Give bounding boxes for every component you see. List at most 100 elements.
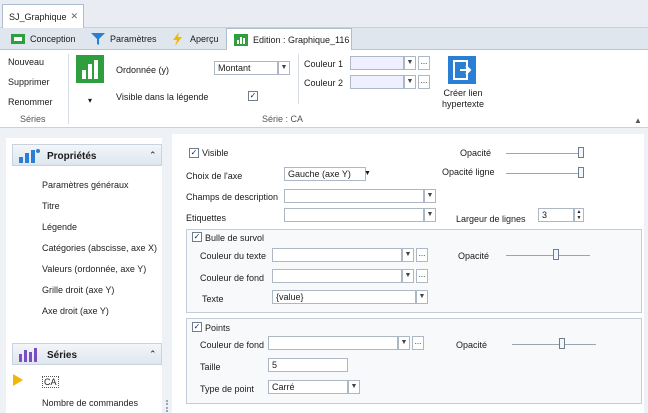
chevron-down-icon[interactable]: ▼ xyxy=(424,189,436,203)
chevron-down-icon[interactable]: ▼ xyxy=(416,290,428,304)
more-button[interactable]: ... xyxy=(418,56,430,70)
rename-button[interactable]: Renommer xyxy=(8,97,53,107)
ribbon-tabs: Conception Paramètres Aperçu Edition : G… xyxy=(0,28,648,51)
chevron-down-icon[interactable]: ▼ xyxy=(348,380,360,394)
line-width-input[interactable]: 3 xyxy=(538,208,574,222)
points-opacity-slider[interactable] xyxy=(512,344,596,345)
color1-field[interactable] xyxy=(350,56,404,70)
points-type-label: Type de point xyxy=(200,384,255,394)
series-chart-icon[interactable] xyxy=(76,55,104,83)
points-size-input[interactable]: 5 xyxy=(268,358,348,372)
chevron-down-icon[interactable]: ▼ xyxy=(278,61,290,75)
tooltip-opacity-slider[interactable] xyxy=(506,255,590,256)
collapse-ribbon-icon[interactable]: ▲ xyxy=(634,116,642,125)
chevron-down-icon[interactable]: ▼ xyxy=(424,208,436,222)
desc-label: Champs de description xyxy=(186,192,279,202)
axis-select[interactable]: Gauche (axe Y) xyxy=(284,167,366,181)
hyperlink-icon[interactable] xyxy=(448,56,476,84)
points-group xyxy=(186,318,642,404)
nav-item[interactable]: Catégories (abscisse, axe X) xyxy=(42,243,157,253)
color2-label: Couleur 2 xyxy=(304,78,344,88)
title-bar: SJ_Graphique ✕ xyxy=(0,0,648,28)
nav-item[interactable]: Valeurs (ordonnée, axe Y) xyxy=(42,264,146,274)
series-header[interactable]: Séries ⌃ xyxy=(12,343,162,365)
legend-visible-label: Visible dans la légende xyxy=(116,92,209,102)
more-button[interactable]: ... xyxy=(416,269,428,283)
tab-apercu-label: Aperçu xyxy=(190,34,219,44)
tooltip-bg-color-field[interactable] xyxy=(272,269,402,283)
points-checkbox[interactable]: ✓ xyxy=(192,322,202,332)
points-title: Points xyxy=(205,323,231,333)
color2-field[interactable] xyxy=(350,75,404,89)
nav-item[interactable]: Axe droit (axe Y) xyxy=(42,306,109,316)
points-opacity-slider-thumb[interactable] xyxy=(558,338,565,349)
visible-checkbox[interactable]: ✓ xyxy=(189,148,199,158)
tab-apercu[interactable]: Aperçu xyxy=(164,28,224,50)
tooltip-text-color-field[interactable] xyxy=(272,248,402,262)
tab-edition[interactable]: Edition : Graphique_116 xyxy=(226,28,352,51)
group-divider xyxy=(298,54,299,104)
axis-label: Choix de l'axe xyxy=(186,171,243,181)
lightning-icon xyxy=(170,32,186,46)
ordinate-label: Ordonnée (y) xyxy=(116,65,170,75)
new-button[interactable]: Nouveau xyxy=(8,57,44,67)
legend-visible-checkbox[interactable]: ✓ xyxy=(248,91,258,101)
series-ca-group-label: Série : CA xyxy=(262,114,304,124)
labels-field[interactable] xyxy=(284,208,424,222)
properties-icon xyxy=(17,147,41,167)
chevron-down-icon[interactable]: ▼ xyxy=(404,56,416,70)
line-opacity-slider[interactable] xyxy=(506,173,584,174)
tab-parametres[interactable]: Paramètres xyxy=(84,28,160,50)
tooltip-text-label: Texte xyxy=(202,294,224,304)
chart-edit-icon xyxy=(233,33,249,47)
color1-label: Couleur 1 xyxy=(304,59,344,69)
line-width-stepper[interactable]: ▲ ▼ xyxy=(574,208,584,222)
series-icon xyxy=(17,346,41,366)
delete-button[interactable]: Supprimer xyxy=(8,77,50,87)
more-button[interactable]: ... xyxy=(418,75,430,89)
nav-item[interactable]: Légende xyxy=(42,222,77,232)
desc-field[interactable] xyxy=(284,189,424,203)
line-opacity-slider-thumb[interactable] xyxy=(578,167,584,178)
tab-conception-label: Conception xyxy=(30,34,76,44)
nav-item[interactable]: Paramètres généraux xyxy=(42,180,129,190)
tooltip-opacity-slider-thumb[interactable] xyxy=(552,249,559,260)
properties-title: Propriétés xyxy=(47,151,97,162)
chevron-down-icon[interactable]: ▼ xyxy=(402,269,414,283)
chevron-down-icon[interactable]: ▼ xyxy=(402,248,414,262)
document-tab[interactable]: SJ_Graphique ✕ xyxy=(2,4,84,28)
nav-item[interactable]: Grille droit (axe Y) xyxy=(42,285,114,295)
chevron-down-icon[interactable]: ▼ xyxy=(398,336,410,350)
opacity-slider-thumb[interactable] xyxy=(578,147,584,158)
ordinate-select[interactable]: Montant xyxy=(214,61,278,75)
tooltip-text-field[interactable]: {value} xyxy=(272,290,416,304)
points-type-select[interactable]: Carré xyxy=(268,380,348,394)
points-bg-color-field[interactable] xyxy=(268,336,398,350)
line-opacity-label: Opacité ligne xyxy=(442,167,495,177)
more-button[interactable]: ... xyxy=(412,336,424,350)
series-item-ca[interactable]: CA xyxy=(42,376,59,388)
series-group-label: Séries xyxy=(20,114,46,124)
chevron-up-icon[interactable]: ⌃ xyxy=(149,349,157,360)
opacity-slider[interactable] xyxy=(506,153,584,154)
series-item[interactable]: Nombre de commandes xyxy=(42,398,138,408)
chevron-down-icon[interactable]: ▼ xyxy=(404,75,416,89)
design-icon xyxy=(10,32,26,46)
visible-label: Visible xyxy=(202,148,229,158)
tab-conception[interactable]: Conception xyxy=(4,28,80,50)
properties-header[interactable]: Propriétés ⌃ xyxy=(12,144,162,166)
hyperlink-button[interactable]: Créer lien hypertexte xyxy=(440,88,486,110)
chevron-down-icon[interactable]: ▼ xyxy=(364,170,371,177)
tooltip-checkbox[interactable]: ✓ xyxy=(192,232,202,242)
splitter-handle[interactable] xyxy=(166,400,168,412)
chevron-up-icon[interactable]: ⌃ xyxy=(149,150,157,161)
close-icon[interactable]: ✕ xyxy=(70,11,78,22)
chevron-down-icon[interactable]: ▾ xyxy=(88,96,92,105)
left-pane: Propriétés ⌃ Paramètres généraux Titre L… xyxy=(6,138,162,413)
play-icon xyxy=(12,373,24,389)
properties-panel: ✓ Visible Choix de l'axe Gauche (axe Y) … xyxy=(172,134,644,413)
line-width-label: Largeur de lignes xyxy=(456,214,526,224)
nav-item[interactable]: Titre xyxy=(42,201,60,211)
tab-edition-label: Edition : Graphique_116 xyxy=(253,35,350,45)
more-button[interactable]: ... xyxy=(416,248,428,262)
